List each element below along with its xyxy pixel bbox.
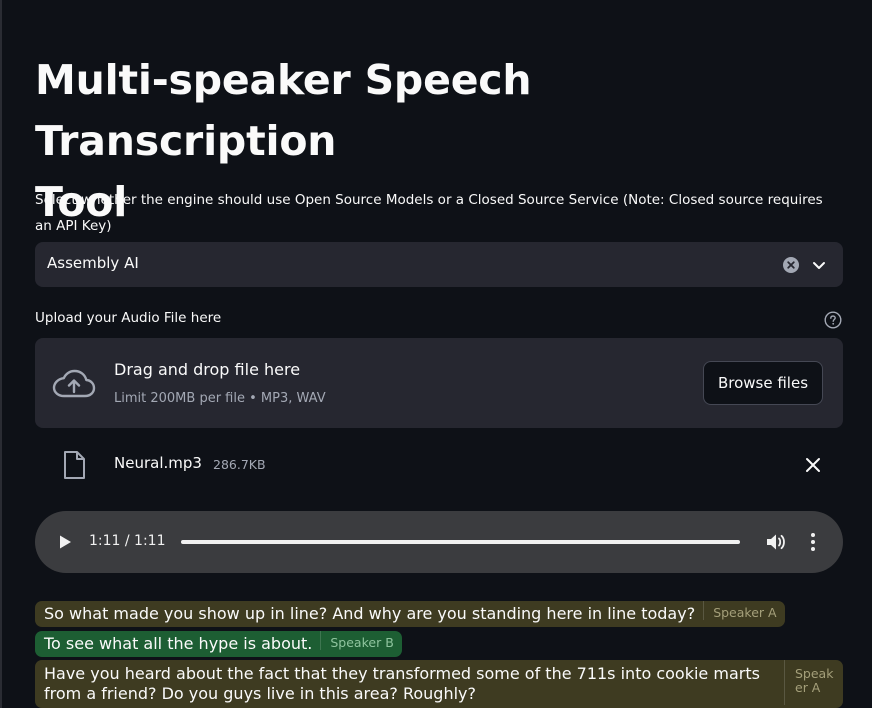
speaker-label: Speaker B <box>320 631 401 650</box>
file-name: Neural.mp3 <box>114 454 202 472</box>
speaker-label: Speak er A <box>784 660 837 705</box>
file-dropzone[interactable]: Drag and drop file here Limit 200MB per … <box>35 338 843 428</box>
play-icon[interactable] <box>57 534 73 550</box>
engine-select-value: Assembly AI <box>47 254 139 272</box>
audio-seek-bar[interactable] <box>181 540 740 544</box>
close-icon[interactable] <box>803 455 823 475</box>
question-circle-icon[interactable] <box>824 311 842 329</box>
dropzone-limit: Limit 200MB per file • MP3, WAV <box>114 391 326 406</box>
upload-label: Upload your Audio File here <box>35 310 222 326</box>
uploaded-file: Neural.mp3 286.7KB <box>35 440 843 490</box>
engine-select[interactable]: Assembly AI <box>35 242 843 287</box>
sidebar-edge <box>0 0 2 708</box>
audio-time: 1:11 / 1:11 <box>89 533 166 549</box>
engine-description: Select whether the engine should use Ope… <box>35 192 823 234</box>
transcript-line: Have you heard about the fact that they … <box>35 660 843 708</box>
more-vertical-icon[interactable] <box>809 532 817 552</box>
transcript-text: Have you heard about the fact that they … <box>44 664 760 703</box>
volume-icon[interactable] <box>765 532 787 552</box>
browse-files-button[interactable]: Browse files <box>703 361 823 405</box>
audio-progress-fill <box>181 540 740 544</box>
transcript-line: So what made you show up in line? And wh… <box>35 601 785 627</box>
dropzone-title: Drag and drop file here <box>114 360 301 379</box>
transcript-text: To see what all the hype is about. <box>44 634 313 653</box>
chevron-down-icon[interactable] <box>811 257 827 273</box>
audio-player: 1:11 / 1:11 <box>35 511 843 573</box>
file-icon <box>64 451 85 479</box>
file-size: 286.7KB <box>213 457 266 472</box>
page-title-line1: Multi-speaker Speech Transcription <box>35 56 532 165</box>
speaker-label: Speaker A <box>703 601 784 620</box>
cloud-upload-icon <box>52 369 96 398</box>
transcript-line: To see what all the hype is about. Speak… <box>35 631 402 657</box>
transcript-text: So what made you show up in line? And wh… <box>44 604 696 623</box>
clear-circle-icon[interactable] <box>783 257 799 273</box>
